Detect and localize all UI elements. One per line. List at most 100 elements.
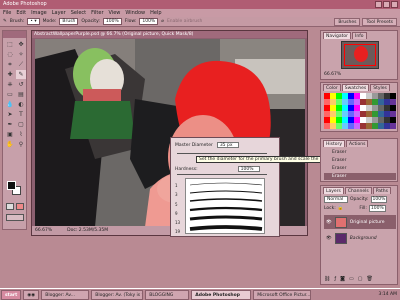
new-layer-icon[interactable]: ▢ <box>358 276 363 282</box>
trash-icon[interactable]: 🗑 <box>366 276 372 282</box>
swatches-panel: Color Swatches Styles <box>320 82 398 132</box>
close-button[interactable] <box>391 1 398 8</box>
tab-navigator[interactable]: Navigator <box>323 32 352 39</box>
taskbar-item[interactable]: Blogger: Av. (Toky is you...) <box>91 289 144 300</box>
taskbar-item-active[interactable]: Adobe Photoshop <box>191 289 252 300</box>
blend-mode-select[interactable]: Normal <box>324 196 348 203</box>
hardness-input[interactable]: 100% <box>237 166 260 172</box>
mode-label: Mode: <box>42 19 57 24</box>
eye-icon[interactable]: 👁 <box>326 236 332 241</box>
quick-launch[interactable]: ◉◉ <box>23 289 40 300</box>
lock-icon[interactable]: 🔒 <box>338 206 344 211</box>
shape-tool-icon[interactable]: ▢ <box>16 120 26 129</box>
tab-paths[interactable]: Paths <box>372 187 391 194</box>
layer-blend-row: Normal Opacity: 100% <box>324 196 388 203</box>
menu-window[interactable]: Window <box>125 9 145 17</box>
navigator-thumbnail[interactable] <box>341 41 379 69</box>
slice-tool-icon[interactable]: ⟋ <box>16 60 26 69</box>
menu-filter[interactable]: Filter <box>91 9 103 17</box>
menu-select[interactable]: Select <box>71 9 86 17</box>
zoom-level[interactable]: 66.67% <box>35 226 52 235</box>
layer-name: Background <box>349 235 377 241</box>
fill-input[interactable]: 100% <box>368 205 386 212</box>
menu-file[interactable]: File <box>3 9 11 17</box>
tab-brushes[interactable]: Brushes <box>334 18 361 26</box>
mode-select[interactable]: Brush <box>59 18 79 25</box>
history-brush-tool-icon[interactable]: ↺ <box>16 80 26 89</box>
gradient-tool-icon[interactable]: ▤ <box>16 90 26 99</box>
swatch[interactable] <box>390 123 396 129</box>
tab-tool-presets[interactable]: Tool Presets <box>362 18 397 26</box>
history-item[interactable]: Eraser <box>324 157 396 164</box>
pen-tool-icon[interactable]: ✒ <box>5 120 15 129</box>
hardness-slider[interactable] <box>177 174 267 175</box>
link-icon[interactable]: ⛓ <box>324 276 330 282</box>
healing-brush-tool-icon[interactable]: ✚ <box>5 70 15 79</box>
mask-icon[interactable]: ◙ <box>340 276 345 282</box>
brush-picker[interactable]: • ▾ <box>27 18 40 25</box>
diameter-input[interactable]: 35 px <box>216 142 239 148</box>
diameter-slider[interactable] <box>177 153 267 154</box>
notes-tool-icon[interactable]: ▣ <box>5 130 15 139</box>
layer-row-selected[interactable]: 👁 Original picture <box>324 215 396 229</box>
minimize-button[interactable] <box>375 1 382 8</box>
zoom-tool-icon[interactable]: ⚲ <box>16 140 26 149</box>
layer-opacity-input[interactable]: 100% <box>370 196 388 203</box>
menu-layer[interactable]: Layer <box>52 9 66 17</box>
tab-color[interactable]: Color <box>323 84 341 91</box>
brush-tool-icon[interactable]: ✎ <box>3 19 7 24</box>
eyedropper-tool-icon[interactable]: ⌇ <box>16 130 26 139</box>
dodge-tool-icon[interactable]: ◐ <box>16 100 26 109</box>
taskbar-item[interactable]: Microsoft Office Pictur... <box>253 289 312 300</box>
standard-mode-icon[interactable] <box>6 203 14 210</box>
layer-row[interactable]: 👁 Background <box>324 231 396 245</box>
tab-styles[interactable]: Styles <box>370 84 390 91</box>
quick-mask-mode-icon[interactable] <box>16 203 24 210</box>
foreground-color-swatch[interactable] <box>7 181 16 190</box>
swatch-grid[interactable] <box>324 93 396 129</box>
navigator-view-box[interactable] <box>344 44 376 66</box>
airbrush-toggle[interactable]: ⌀ <box>161 19 164 24</box>
taskbar-item[interactable]: BLOGGING <box>145 289 190 300</box>
fill-label: Fill: <box>359 206 367 211</box>
tab-info[interactable]: Info <box>352 32 367 39</box>
taskbar-item[interactable]: Blogger: Av... <box>41 289 90 300</box>
navigator-zoom[interactable]: 66.67% <box>324 72 341 77</box>
tab-swatches[interactable]: Swatches <box>341 84 370 91</box>
maximize-button[interactable] <box>383 1 390 8</box>
crop-tool-icon[interactable]: ⌗ <box>5 60 15 69</box>
menu-view[interactable]: View <box>109 9 121 17</box>
window-controls <box>375 1 398 8</box>
tab-channels[interactable]: Channels <box>344 187 372 194</box>
move-tool-icon[interactable]: ✥ <box>16 40 26 49</box>
start-button[interactable]: start <box>1 289 22 300</box>
tab-history[interactable]: History <box>323 140 346 147</box>
magic-wand-tool-icon[interactable]: ✧ <box>16 50 26 59</box>
opacity-input[interactable]: 100% <box>102 18 122 25</box>
marquee-tool-icon[interactable]: ⬚ <box>5 40 15 49</box>
layer-style-icon[interactable]: ƒ <box>334 276 336 282</box>
history-item[interactable]: Eraser <box>324 165 396 172</box>
tab-actions[interactable]: Actions <box>346 140 369 147</box>
history-item[interactable]: Eraser <box>324 149 396 156</box>
menu-help[interactable]: Help <box>150 9 161 17</box>
layer-opacity-label: Opacity: <box>350 197 369 202</box>
history-item-selected[interactable]: Eraser <box>324 173 396 180</box>
blur-tool-icon[interactable]: 💧 <box>5 100 15 109</box>
type-tool-icon[interactable]: T <box>16 110 26 119</box>
clone-stamp-tool-icon[interactable]: ⎈ <box>5 80 15 89</box>
lasso-tool-icon[interactable]: ◌ <box>5 50 15 59</box>
folder-icon[interactable]: ▭ <box>349 276 354 282</box>
menu-image[interactable]: Image <box>31 9 47 17</box>
hand-tool-icon[interactable]: ✋ <box>5 140 15 149</box>
path-selection-tool-icon[interactable]: ➤ <box>5 110 15 119</box>
hardness-row: Hardness: 100% <box>175 166 260 172</box>
brush-tool-icon[interactable]: ✎ <box>16 70 26 79</box>
tab-layers[interactable]: Layers <box>323 187 344 194</box>
flow-input[interactable]: 100% <box>139 18 159 25</box>
screen-mode-icon[interactable] <box>6 214 24 221</box>
eraser-tool-icon[interactable]: ▭ <box>5 90 15 99</box>
menu-edit[interactable]: Edit <box>16 9 26 17</box>
brush-presets-list[interactable] <box>185 178 265 234</box>
eye-icon[interactable]: 👁 <box>326 220 332 225</box>
